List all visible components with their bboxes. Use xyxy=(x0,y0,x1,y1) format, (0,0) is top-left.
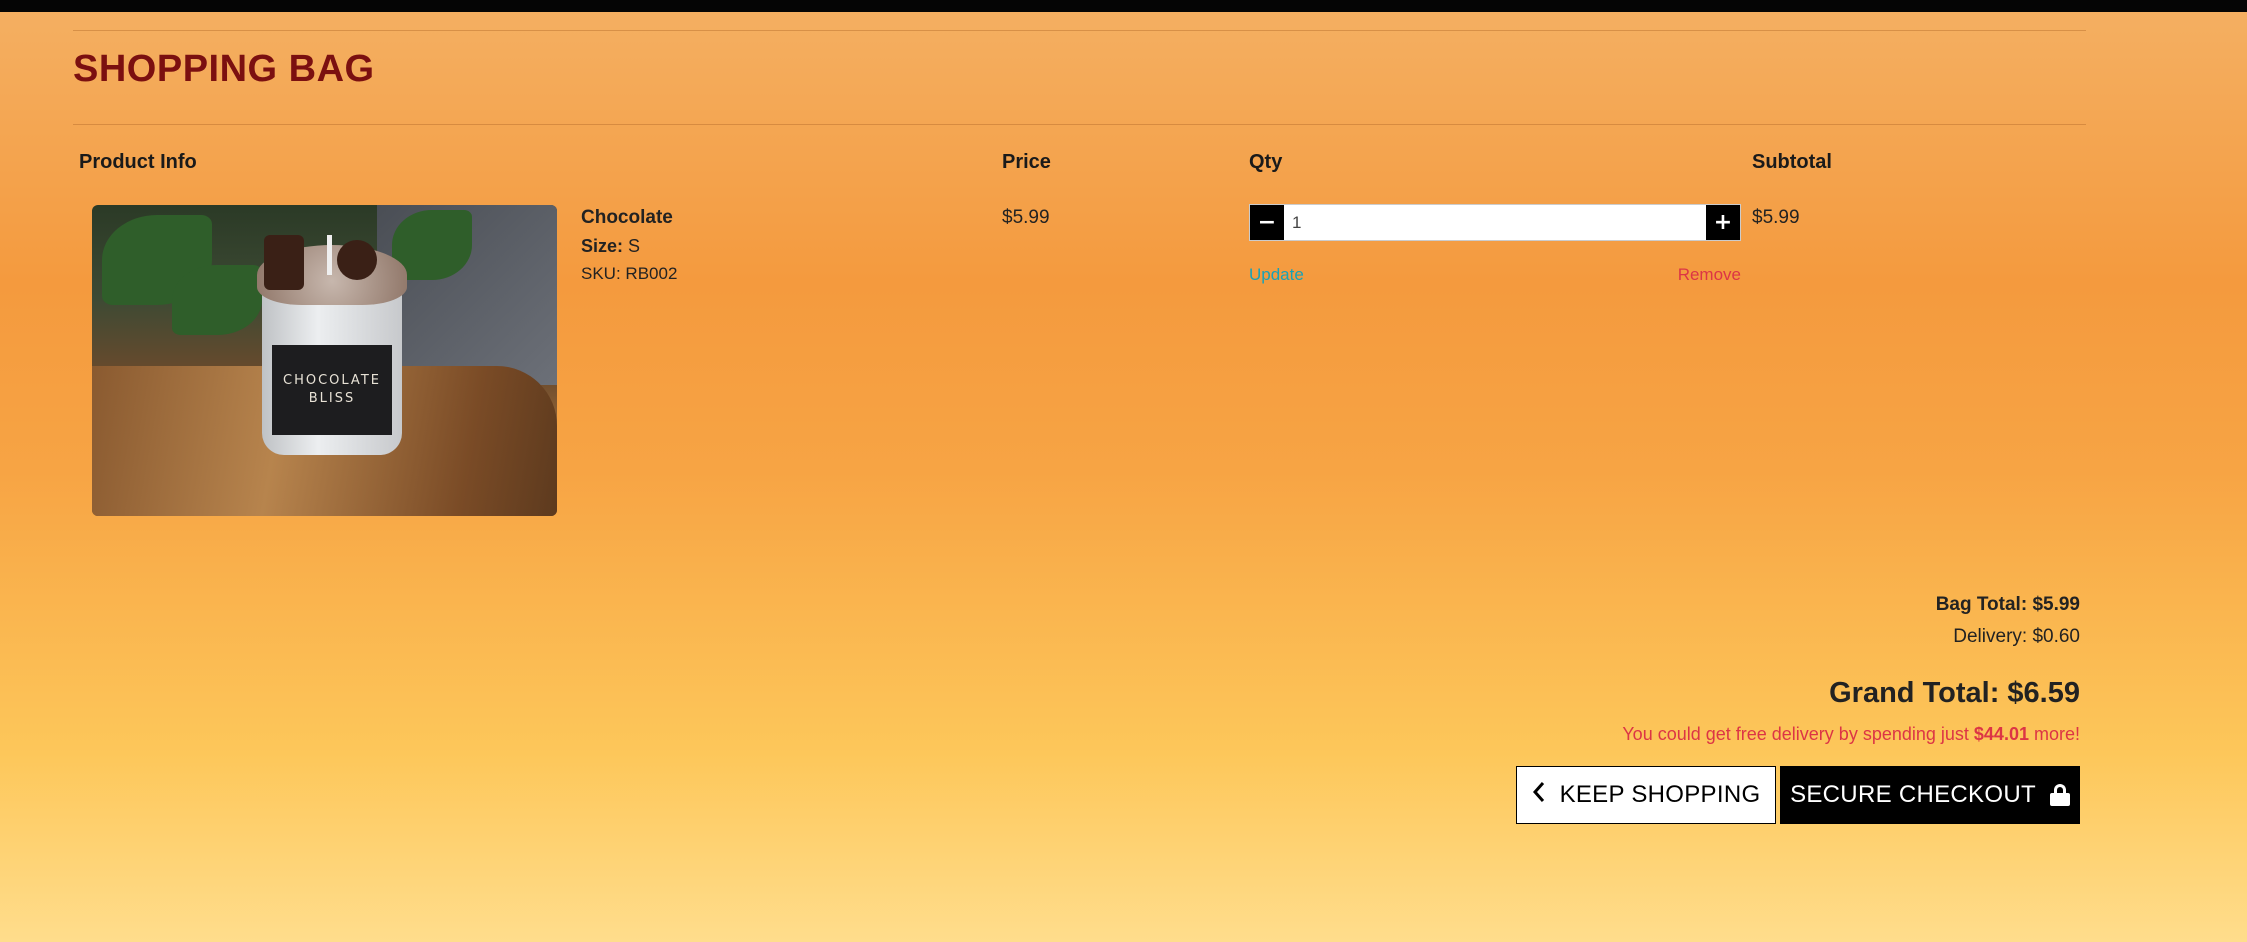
increment-button[interactable]: + xyxy=(1706,205,1740,240)
product-sku-label: SKU: xyxy=(581,264,621,283)
checkout-label: SECURE CHECKOUT xyxy=(1790,781,2036,808)
product-sku: SKU: RB002 xyxy=(581,264,677,284)
product-size: Size: S xyxy=(581,236,640,257)
divider-top xyxy=(73,30,2086,31)
chevron-left-icon xyxy=(1532,781,1546,810)
image-label-line2: BLISS xyxy=(308,391,356,406)
product-size-value: S xyxy=(628,236,641,256)
remove-link[interactable]: Remove xyxy=(1678,265,1741,285)
lock-icon xyxy=(2049,784,2070,806)
bag-total-value: $5.99 xyxy=(2032,594,2080,615)
product-size-label: Size: xyxy=(581,236,624,256)
product-image: CHOCOLATE BLISS xyxy=(92,205,557,516)
top-bar xyxy=(0,0,2247,12)
bag-total: Bag Total: $5.99 xyxy=(1936,594,2080,616)
header-subtotal: Subtotal xyxy=(1752,151,1832,173)
secure-checkout-button[interactable]: SECURE CHECKOUT xyxy=(1780,766,2080,824)
header-price: Price xyxy=(1002,151,1051,173)
product-name: Chocolate xyxy=(581,207,673,228)
minus-icon: − xyxy=(1257,210,1277,235)
image-chocolate xyxy=(264,235,304,290)
divider-title xyxy=(73,124,2086,125)
product-price: $5.99 xyxy=(1002,207,1050,228)
free-delivery-prefix: You could get free delivery by spending … xyxy=(1622,724,1969,744)
quantity-stepper: − + xyxy=(1249,204,1741,241)
page-title: SHOPPING BAG xyxy=(73,48,375,90)
update-link[interactable]: Update xyxy=(1249,265,1304,285)
product-subtotal: $5.99 xyxy=(1752,207,1800,228)
plus-icon: + xyxy=(1713,210,1733,235)
image-cookie xyxy=(337,240,377,280)
header-qty: Qty xyxy=(1249,151,1283,173)
image-wick xyxy=(327,235,332,275)
keep-shopping-button[interactable]: KEEP SHOPPING xyxy=(1516,766,1776,824)
image-leaf xyxy=(172,265,262,335)
free-delivery-amount: $44.01 xyxy=(1973,724,2029,744)
quantity-input[interactable] xyxy=(1284,205,1706,240)
header-product-info: Product Info xyxy=(79,151,197,173)
bag-total-label: Bag Total: xyxy=(1935,594,2028,615)
keep-shopping-label: KEEP SHOPPING xyxy=(1559,781,1761,808)
decrement-button[interactable]: − xyxy=(1250,205,1284,240)
product-sku-value: RB002 xyxy=(625,264,678,283)
grand-total: Grand Total: $6.59 xyxy=(1829,677,2080,709)
free-delivery-suffix: more! xyxy=(2033,724,2080,744)
delivery-cost: Delivery: $0.60 xyxy=(1953,626,2080,647)
image-label-line1: CHOCOLATE xyxy=(283,373,381,388)
image-jar-label: CHOCOLATE BLISS xyxy=(272,345,392,435)
free-delivery-note: You could get free delivery by spending … xyxy=(1622,724,2080,745)
